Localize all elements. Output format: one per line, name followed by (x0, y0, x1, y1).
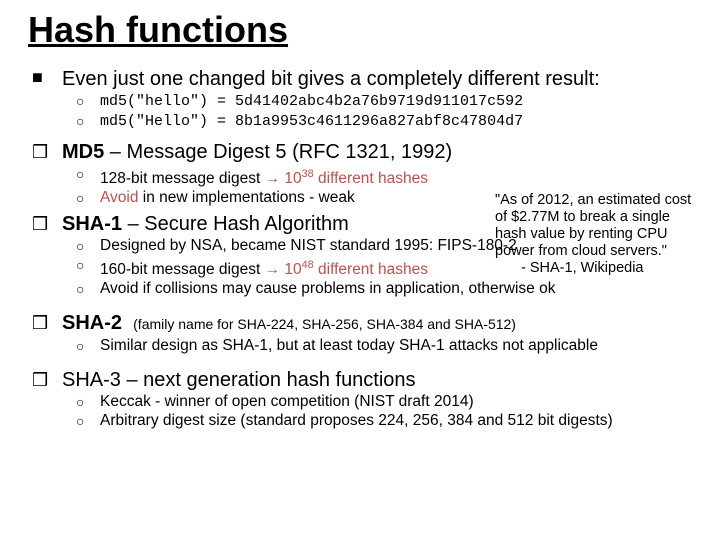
circle-bullet-icon: ○ (76, 280, 100, 298)
md5-desc: – Message Digest 5 (RFC 1321, 1992) (104, 141, 452, 163)
sha2-point-1: ○ Similar design as SHA-1, but at least … (76, 337, 692, 355)
arrow-icon: → (265, 170, 281, 187)
circle-bullet-icon: ○ (76, 189, 100, 207)
intro-example-1: ○ md5("hello") = 5d41402abc4b2a76b9719d9… (76, 92, 692, 111)
md5-heading: ❒ MD5 – Message Digest 5 (RFC 1321, 1992… (28, 141, 692, 163)
sha2-note: (family name for SHA-224, SHA-256, SHA-3… (133, 316, 516, 332)
circle-bullet-icon: ○ (76, 92, 100, 110)
circle-bullet-icon: ○ (76, 112, 100, 130)
circle-bullet-icon: ○ (76, 412, 100, 430)
md5-example-2: md5("Hello") = 8b1a9953c4611296a827abf8c… (100, 113, 523, 130)
quote-attribution: - SHA-1, Wikipedia (495, 260, 700, 277)
md5-point-1: ○ 128-bit message digest → 1038 differen… (76, 165, 692, 188)
sha2-name: SHA-2 (62, 312, 122, 334)
sha1-name: SHA-1 (62, 213, 122, 235)
arrow-icon: → (265, 261, 281, 278)
hollow-square-icon: ❒ (28, 213, 62, 235)
md5-name: MD5 (62, 141, 104, 163)
hollow-square-icon: ❒ (28, 369, 62, 391)
intro-example-2: ○ md5("Hello") = 8b1a9953c4611296a827abf… (76, 112, 692, 131)
circle-bullet-icon: ○ (76, 237, 100, 255)
circle-bullet-icon: ○ (76, 165, 100, 183)
sha3-point-2: ○ Arbitrary digest size (standard propos… (76, 412, 692, 430)
slide: Hash functions ■ Even just one changed b… (0, 0, 720, 540)
md5-example-1: md5("hello") = 5d41402abc4b2a76b9719d911… (100, 93, 523, 110)
circle-bullet-icon: ○ (76, 337, 100, 355)
sha2-heading: ❒ SHA-2 (family name for SHA-224, SHA-25… (28, 312, 692, 335)
sha1-point-3: ○ Avoid if collisions may cause problems… (76, 280, 692, 298)
sha1-desc: – Secure Hash Algorithm (122, 213, 349, 235)
intro-text: Even just one changed bit gives a comple… (62, 68, 600, 90)
sha3-point-1: ○ Keccak - winner of open competition (N… (76, 393, 692, 411)
square-bullet-icon: ■ (28, 66, 62, 88)
hollow-square-icon: ❒ (28, 141, 62, 163)
sha3-heading: ❒ SHA-3 – next generation hash functions (28, 369, 692, 391)
quote-body: "As of 2012, an estimated cost of $2.77M… (495, 192, 700, 260)
quote-box: "As of 2012, an estimated cost of $2.77M… (495, 192, 700, 277)
slide-title: Hash functions (28, 10, 692, 50)
sha3-desc: SHA-3 – next generation hash functions (62, 369, 416, 391)
circle-bullet-icon: ○ (76, 256, 100, 274)
intro-bullet: ■ Even just one changed bit gives a comp… (28, 68, 692, 90)
circle-bullet-icon: ○ (76, 393, 100, 411)
hollow-square-icon: ❒ (28, 312, 62, 334)
